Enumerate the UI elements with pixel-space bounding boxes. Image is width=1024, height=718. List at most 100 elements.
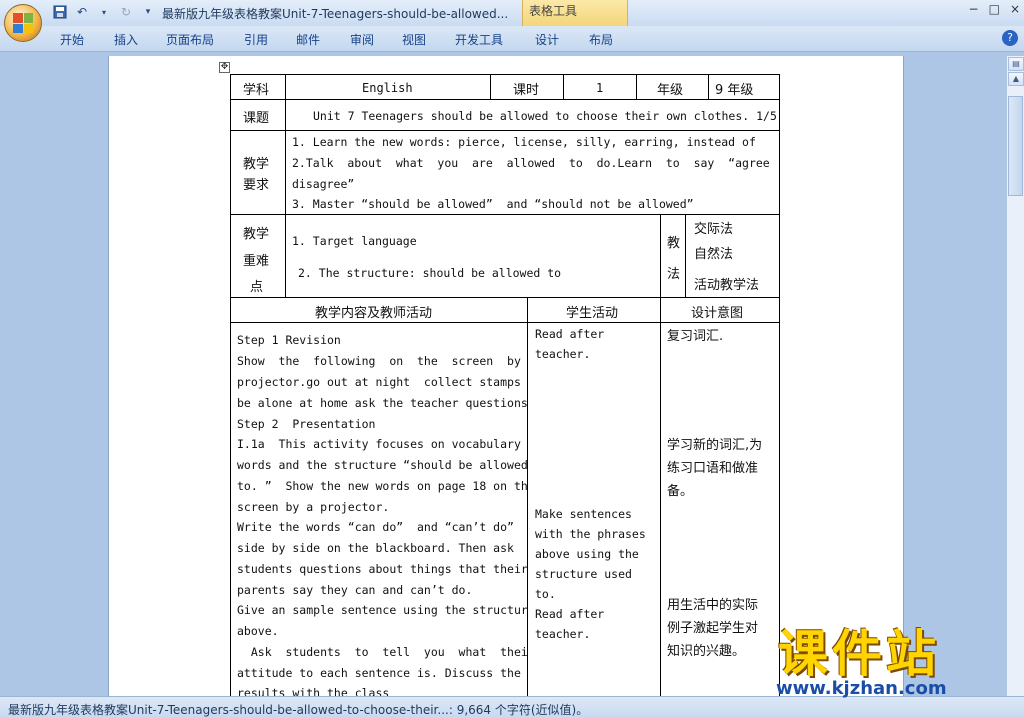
header-student-cell: 学生活动	[527, 297, 661, 323]
help-icon[interactable]: ?	[1002, 30, 1018, 46]
grade-value: 9 年级	[715, 83, 754, 98]
key-points-label-2: 重难	[243, 254, 270, 269]
requirements-label-cell: 教学 要求	[230, 130, 286, 215]
teacher-line: I.1a This activity focuses on vocabulary	[237, 437, 521, 451]
intent-line: 复习词汇.	[667, 329, 724, 344]
intent-line: 学习新的词汇,为	[667, 438, 763, 453]
column-header: 教学内容及教师活动	[315, 306, 433, 321]
requirement-line: 3. Master “should be allowed” and “shoul…	[292, 197, 694, 211]
intent-line: 例子激起学生对	[667, 621, 759, 636]
minimize-button[interactable]: −	[969, 2, 979, 16]
tab-view[interactable]: 视图	[402, 31, 426, 48]
subject-value: English	[362, 81, 413, 95]
key-point-line: 1. Target language	[292, 234, 417, 248]
teacher-line: parents say they can and can’t do.	[237, 583, 473, 597]
teacher-line: words and the structure “should be allow…	[237, 458, 528, 472]
tab-layout[interactable]: 布局	[589, 31, 613, 48]
key-point-line: 2. The structure: should be allowed to	[298, 266, 562, 280]
customize-toolbar-icon[interactable]: ▾	[140, 4, 156, 20]
watermark-title: 课件站	[778, 625, 940, 683]
intent-line: 用生活中的实际	[667, 598, 759, 613]
design-intent-cell: 复习词汇. 学习新的词汇,为 练习口语和做准 备。 用生活中的实际 例子激起学生…	[660, 322, 780, 696]
teacher-line: students questions about things that the…	[237, 562, 528, 576]
requirements-label-2: 要求	[243, 178, 270, 193]
teacher-line: be alone at home ask the teacher questio…	[237, 396, 528, 410]
requirements-cell: 1. Learn the new words: pierce, license,…	[285, 130, 780, 215]
window-title: 最新版九年级表格教案Unit-7-Teenagers-should-be-all…	[162, 7, 509, 21]
tab-home[interactable]: 开始	[60, 31, 84, 48]
teacher-line: to. ” Show the new words on page 18 on t…	[237, 479, 528, 493]
ribbon-tabs: 开始 插入 页面布局 引用 邮件 审阅 视图 开发工具 设计 布局 ?	[0, 26, 1024, 52]
table-tools-context: 表格工具	[522, 0, 628, 26]
tab-insert[interactable]: 插入	[114, 31, 138, 48]
method-label-cell: 教 法	[660, 214, 686, 298]
teacher-line: side by side on the blackboard. Then ask	[237, 541, 514, 555]
grade-label-cell: 年级	[636, 74, 709, 100]
maximize-button[interactable]: □	[989, 2, 1000, 16]
method-item: 交际法	[694, 222, 734, 237]
hours-label: 课时	[513, 83, 540, 98]
key-points-label-cell: 教学 重难 点	[230, 214, 286, 298]
scroll-up-icon[interactable]: ▲	[1008, 72, 1024, 86]
hours-value-cell: 1	[563, 74, 637, 100]
intent-line: 备。	[667, 484, 694, 499]
context-tab-label: 表格工具	[529, 4, 578, 18]
student-line: structure used	[535, 567, 632, 581]
teacher-line: above.	[237, 624, 279, 638]
teacher-line: Show the following on the screen by a	[237, 354, 528, 368]
tab-references[interactable]: 引用	[244, 31, 268, 48]
office-button[interactable]	[4, 4, 42, 42]
hours-label-cell: 课时	[490, 74, 564, 100]
key-points-label-3: 点	[250, 280, 264, 295]
method-item: 自然法	[694, 247, 734, 262]
tab-page-layout[interactable]: 页面布局	[166, 31, 214, 48]
methods-cell: 交际法 自然法 活动教学法	[685, 214, 780, 298]
requirement-line: disagree”	[292, 177, 355, 191]
requirement-line: 2.Talk about what you are allowed to do.…	[292, 156, 780, 170]
topic-value-cell: Unit 7 Teenagers should be allowed to ch…	[285, 99, 780, 131]
tab-design[interactable]: 设计	[535, 31, 559, 48]
watermark-url: www.kjzhan.com	[776, 678, 947, 699]
key-points-cell: 1. Target language 2. The structure: sho…	[285, 214, 661, 298]
window-controls: − □ ×	[969, 2, 1020, 16]
grade-value-cell: 9 年级	[708, 74, 780, 100]
subject-label-cell: 学科	[230, 74, 286, 100]
ruler-toggle-icon[interactable]: ▤	[1008, 57, 1024, 71]
quick-access-toolbar: ↶ ▾ ↻ ▾	[52, 4, 156, 20]
subject-label: 学科	[243, 83, 270, 98]
close-button[interactable]: ×	[1010, 2, 1020, 16]
table-move-handle-icon[interactable]: ✥	[219, 62, 230, 73]
undo-icon[interactable]: ↶	[74, 4, 90, 20]
undo-dropdown-icon[interactable]: ▾	[96, 4, 112, 20]
student-line: to.	[535, 587, 556, 601]
header-teacher-cell: 教学内容及教师活动	[230, 297, 528, 323]
tab-mailings[interactable]: 邮件	[296, 31, 320, 48]
topic-label-cell: 课题	[230, 99, 286, 131]
site-watermark: 课件站 www.kjzhan.com	[772, 612, 1012, 708]
intent-line: 知识的兴趣。	[667, 644, 746, 659]
teacher-line: Write the words “can do” and “can’t do”	[237, 520, 514, 534]
intent-line: 练习口语和做准	[667, 461, 759, 476]
teacher-line: Step 2 Presentation	[237, 417, 376, 431]
teacher-line: Step 1 Revision	[237, 333, 341, 347]
vertical-scrollbar[interactable]: ▤ ▲	[1006, 56, 1024, 696]
redo-icon[interactable]: ↻	[118, 4, 134, 20]
student-activity-cell: Read after teacher. Make sentences with …	[527, 322, 661, 696]
teacher-line: results with the class	[237, 686, 390, 696]
scroll-thumb[interactable]	[1008, 96, 1023, 196]
tab-review[interactable]: 审阅	[350, 31, 374, 48]
save-icon[interactable]	[52, 4, 68, 20]
office-logo-icon	[13, 13, 33, 33]
title-bar: ↶ ▾ ↻ ▾ 最新版九年级表格教案Unit-7-Teenagers-shoul…	[0, 0, 1024, 26]
tab-developer[interactable]: 开发工具	[455, 31, 503, 48]
student-line: Make sentences	[535, 507, 632, 521]
student-line: above using the	[535, 547, 639, 561]
subject-value-cell: English	[285, 74, 491, 100]
teacher-line: screen by a projector.	[237, 500, 390, 514]
column-header: 学生活动	[566, 306, 619, 321]
column-header: 设计意图	[691, 306, 744, 321]
teacher-line: attitude to each sentence is. Discuss th…	[237, 666, 521, 680]
topic-label: 课题	[243, 111, 270, 126]
method-item: 活动教学法	[694, 278, 760, 293]
student-line: teacher.	[535, 627, 591, 641]
